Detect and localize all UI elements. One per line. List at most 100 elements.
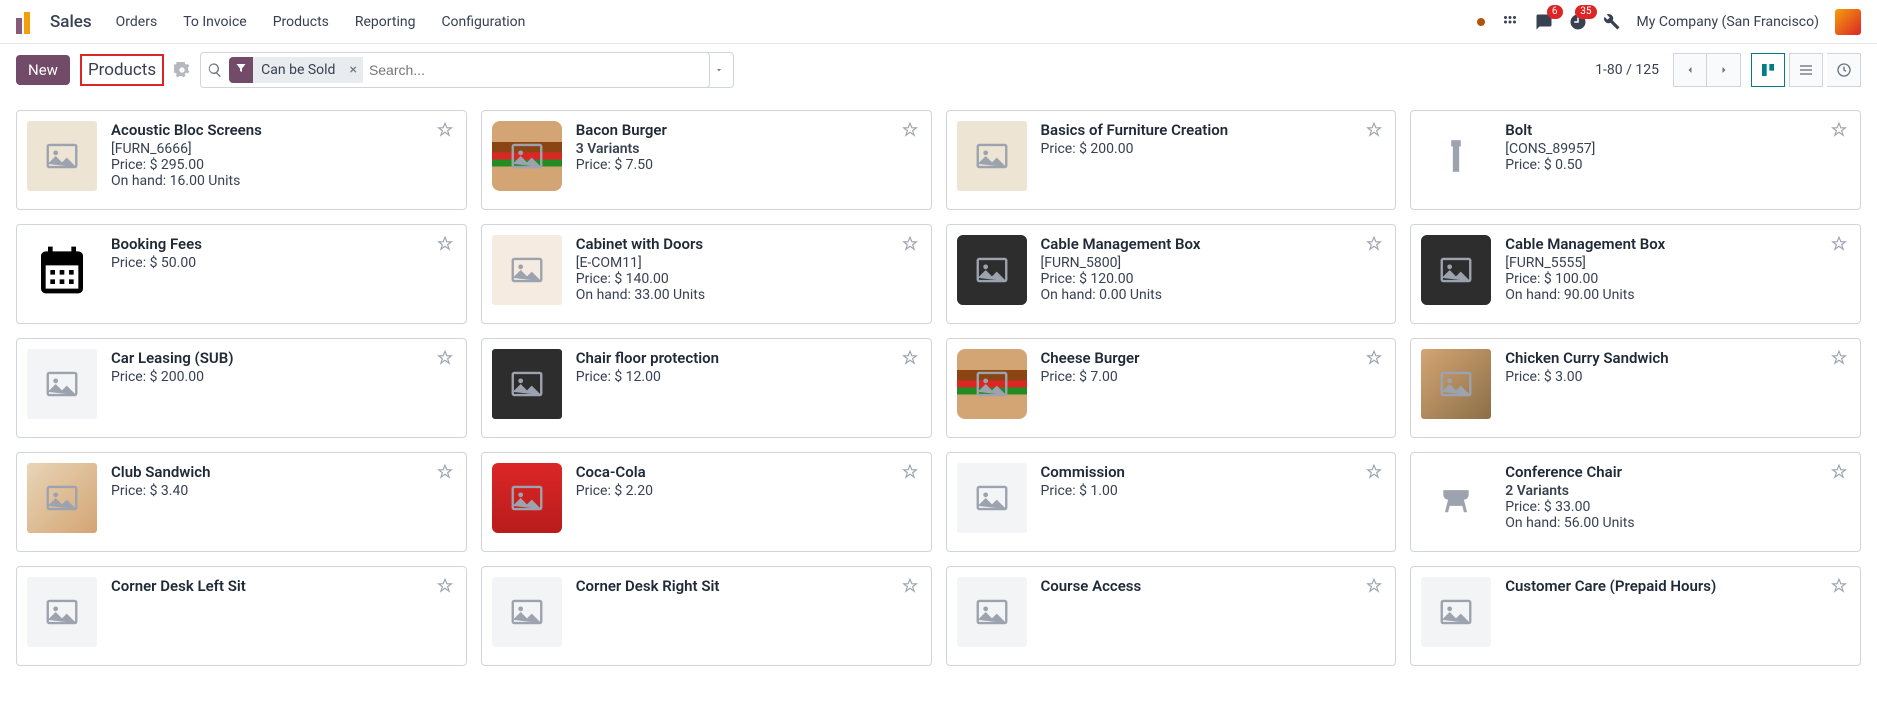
funnel-icon	[229, 62, 253, 78]
product-card[interactable]: Cabinet with Doors[E-COM11]Price: $ 140.…	[481, 224, 932, 324]
company-switcher[interactable]: My Company (San Francisco)	[1637, 14, 1819, 30]
product-card[interactable]: Chair floor protectionPrice: $ 12.00	[481, 338, 932, 438]
page-next-button[interactable]	[1707, 53, 1741, 87]
product-thumb	[1421, 577, 1491, 647]
clock-small-icon	[1836, 62, 1852, 78]
favorite-star-icon[interactable]	[436, 577, 454, 595]
menu-orders[interactable]: Orders	[116, 14, 158, 30]
favorite-star-icon[interactable]	[1365, 463, 1383, 481]
search-input[interactable]	[369, 62, 703, 78]
filter-remove[interactable]: ×	[343, 57, 362, 83]
new-button[interactable]: New	[16, 55, 70, 85]
control-bar: New Products Can be Sold × 1-80 / 125	[0, 44, 1877, 96]
product-price: Price: $ 2.20	[576, 483, 921, 499]
favorite-star-icon[interactable]	[1365, 349, 1383, 367]
product-price: Price: $ 3.00	[1505, 369, 1850, 385]
app-logo-icon	[16, 10, 40, 34]
favorite-star-icon[interactable]	[1365, 121, 1383, 139]
product-name: Commission	[1041, 463, 1386, 481]
product-thumb	[27, 235, 97, 305]
pager-text[interactable]: 1-80 / 125	[1595, 62, 1659, 78]
product-card[interactable]: Basics of Furniture CreationPrice: $ 200…	[946, 110, 1397, 210]
favorite-star-icon[interactable]	[1830, 235, 1848, 253]
favorite-star-icon[interactable]	[1365, 577, 1383, 595]
menu-to-invoice[interactable]: To Invoice	[183, 14, 247, 30]
favorite-star-icon[interactable]	[436, 463, 454, 481]
product-card[interactable]: Course Access	[946, 566, 1397, 666]
product-name: Bacon Burger	[576, 121, 921, 139]
product-card[interactable]: Customer Care (Prepaid Hours)	[1410, 566, 1861, 666]
product-card[interactable]: Car Leasing (SUB)Price: $ 200.00	[16, 338, 467, 438]
product-card[interactable]: CommissionPrice: $ 1.00	[946, 452, 1397, 552]
product-card[interactable]: Conference Chair2 VariantsPrice: $ 33.00…	[1410, 452, 1861, 552]
favorite-star-icon[interactable]	[1365, 235, 1383, 253]
favorite-star-icon[interactable]	[901, 349, 919, 367]
favorite-star-icon[interactable]	[436, 349, 454, 367]
messages-badge: 6	[1547, 5, 1563, 19]
activity-view-button[interactable]	[1827, 53, 1861, 87]
favorite-star-icon[interactable]	[1830, 463, 1848, 481]
product-code: [FURN_5800]	[1041, 255, 1386, 271]
page-prev-button[interactable]	[1673, 53, 1707, 87]
user-avatar[interactable]	[1835, 9, 1861, 35]
product-card[interactable]: Corner Desk Left Sit	[16, 566, 467, 666]
product-card[interactable]: Acoustic Bloc Screens[FURN_6666]Price: $…	[16, 110, 467, 210]
product-card[interactable]: Chicken Curry SandwichPrice: $ 3.00	[1410, 338, 1861, 438]
product-info: Bolt[CONS_89957]Price: $ 0.50	[1505, 121, 1850, 199]
product-card[interactable]: Cable Management Box[FURN_5800]Price: $ …	[946, 224, 1397, 324]
topbar: Sales Orders To Invoice Products Reporti…	[0, 0, 1877, 44]
app-name[interactable]: Sales	[50, 12, 92, 32]
product-name: Corner Desk Left Sit	[111, 577, 456, 595]
product-info: Cabinet with Doors[E-COM11]Price: $ 140.…	[576, 235, 921, 313]
wrench-icon	[1603, 13, 1621, 31]
product-card[interactable]: Cable Management Box[FURN_5555]Price: $ …	[1410, 224, 1861, 324]
product-thumb	[492, 577, 562, 647]
product-thumb	[27, 121, 97, 191]
product-thumb	[957, 463, 1027, 533]
tools-button[interactable]	[1603, 13, 1621, 31]
kanban-view-button[interactable]	[1751, 53, 1785, 87]
product-card[interactable]: Club SandwichPrice: $ 3.40	[16, 452, 467, 552]
favorite-star-icon[interactable]	[901, 235, 919, 253]
list-view-button[interactable]	[1789, 53, 1823, 87]
product-info: Club SandwichPrice: $ 3.40	[111, 463, 456, 541]
product-info: Course Access	[1041, 577, 1386, 655]
favorite-star-icon[interactable]	[901, 463, 919, 481]
breadcrumb[interactable]: Products	[80, 54, 164, 86]
product-info: Booking FeesPrice: $ 50.00	[111, 235, 456, 313]
favorite-star-icon[interactable]	[901, 121, 919, 139]
search-box[interactable]: Can be Sold ×	[200, 52, 710, 88]
favorite-star-icon[interactable]	[1830, 577, 1848, 595]
product-onhand: On hand: 0.00 Units	[1041, 287, 1386, 303]
favorite-star-icon[interactable]	[1830, 121, 1848, 139]
favorite-star-icon[interactable]	[436, 235, 454, 253]
topbar-right: 6 35 My Company (San Francisco)	[1477, 9, 1861, 35]
menu-configuration[interactable]: Configuration	[441, 14, 525, 30]
gear-icon[interactable]	[174, 62, 190, 78]
product-name: Cable Management Box	[1041, 235, 1386, 253]
product-price: Price: $ 0.50	[1505, 157, 1850, 173]
product-info: Cable Management Box[FURN_5555]Price: $ …	[1505, 235, 1850, 313]
product-card[interactable]: Bolt[CONS_89957]Price: $ 0.50	[1410, 110, 1861, 210]
favorite-star-icon[interactable]	[1830, 349, 1848, 367]
product-code: [FURN_5555]	[1505, 255, 1850, 271]
dialpad-button[interactable]	[1501, 13, 1519, 31]
favorite-star-icon[interactable]	[901, 577, 919, 595]
product-card[interactable]: Cheese BurgerPrice: $ 7.00	[946, 338, 1397, 438]
product-info: Bacon Burger3 VariantsPrice: $ 7.50	[576, 121, 921, 199]
product-card[interactable]: Corner Desk Right Sit	[481, 566, 932, 666]
product-card[interactable]: Booking FeesPrice: $ 50.00	[16, 224, 467, 324]
search-dropdown[interactable]	[704, 52, 734, 88]
menu-reporting[interactable]: Reporting	[355, 14, 416, 30]
activities-button[interactable]: 35	[1569, 13, 1587, 31]
product-card[interactable]: Coca-ColaPrice: $ 2.20	[481, 452, 932, 552]
search-icon	[207, 62, 223, 78]
product-code: [FURN_6666]	[111, 141, 456, 157]
favorite-star-icon[interactable]	[436, 121, 454, 139]
product-thumb	[492, 463, 562, 533]
product-price: Price: $ 7.00	[1041, 369, 1386, 385]
messages-button[interactable]: 6	[1535, 13, 1553, 31]
product-card[interactable]: Bacon Burger3 VariantsPrice: $ 7.50	[481, 110, 932, 210]
caret-down-icon	[714, 65, 724, 75]
menu-products[interactable]: Products	[273, 14, 329, 30]
